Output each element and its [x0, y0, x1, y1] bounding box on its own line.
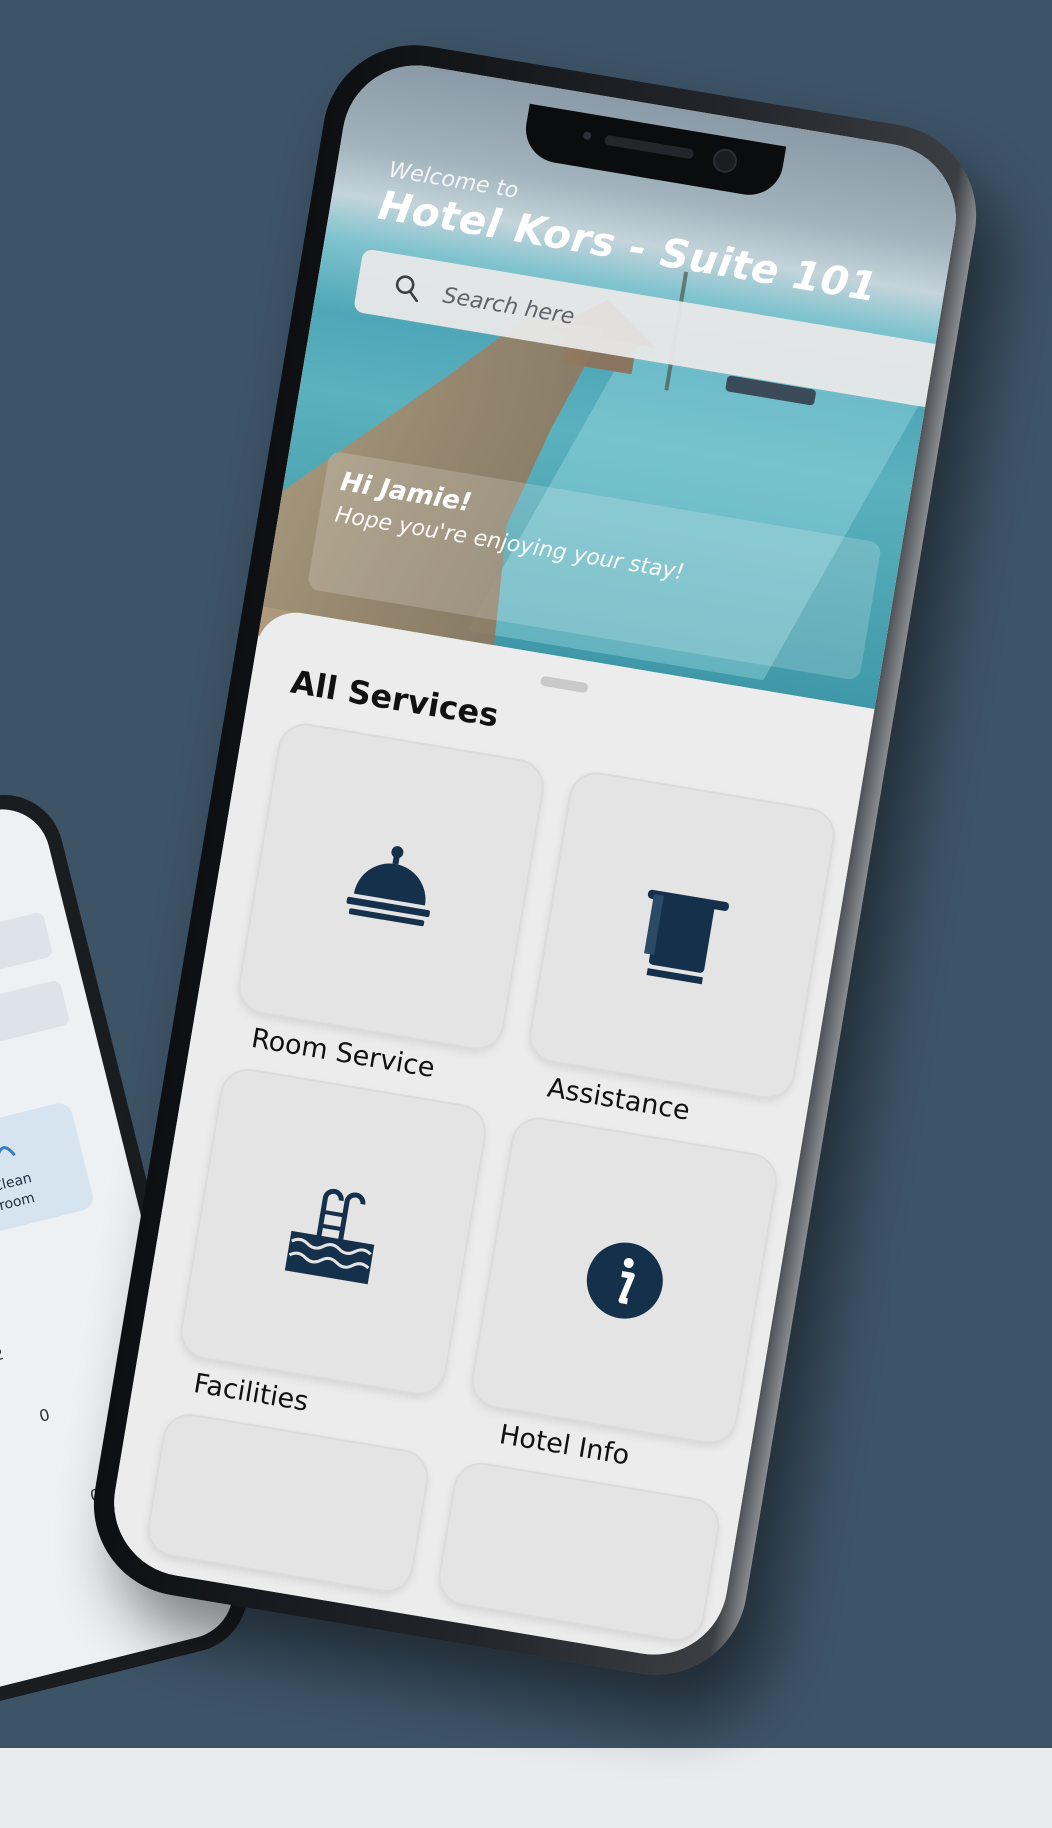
assistance-card[interactable] [527, 770, 837, 1101]
assistance-label: Assistance [545, 1072, 693, 1127]
section-title: All Services [288, 662, 502, 735]
service-bell-icon [346, 846, 430, 927]
search-input[interactable] [437, 275, 705, 358]
service-card-partial[interactable] [145, 1412, 431, 1594]
room-service-card[interactable] [236, 721, 546, 1052]
sheet-drag-handle[interactable] [539, 675, 589, 694]
hotel-info-card[interactable] [469, 1115, 779, 1446]
facilities-label: Facilities [191, 1368, 311, 1418]
keypad-key[interactable]: 2 [0, 1344, 6, 1365]
info-icon [586, 1242, 663, 1319]
cleaning-icon [0, 1146, 16, 1160]
search-icon [395, 275, 418, 303]
earpiece-speaker [604, 134, 695, 160]
background-row [0, 979, 71, 1065]
facilities-card[interactable] [178, 1066, 488, 1397]
clean-room-card[interactable]: Clean room [0, 1100, 96, 1244]
front-camera [711, 146, 739, 175]
greeting-subtitle: Hope you're enjoying your stay! [333, 502, 686, 586]
hotel-info-label: Hotel Info [497, 1419, 632, 1472]
phone-screen: Welcome to Hotel Kors - Suite 101 Hi Jam… [102, 54, 968, 1666]
keypad-key[interactable]: 0 [37, 1405, 51, 1426]
towel-icon [643, 889, 729, 985]
pool-ladder-icon [284, 1188, 374, 1285]
sensor-dot [582, 131, 592, 141]
floor-surface [0, 1748, 1052, 1828]
service-card-partial[interactable] [436, 1460, 722, 1643]
main-phone: Welcome to Hotel Kors - Suite 101 Hi Jam… [79, 31, 991, 1689]
